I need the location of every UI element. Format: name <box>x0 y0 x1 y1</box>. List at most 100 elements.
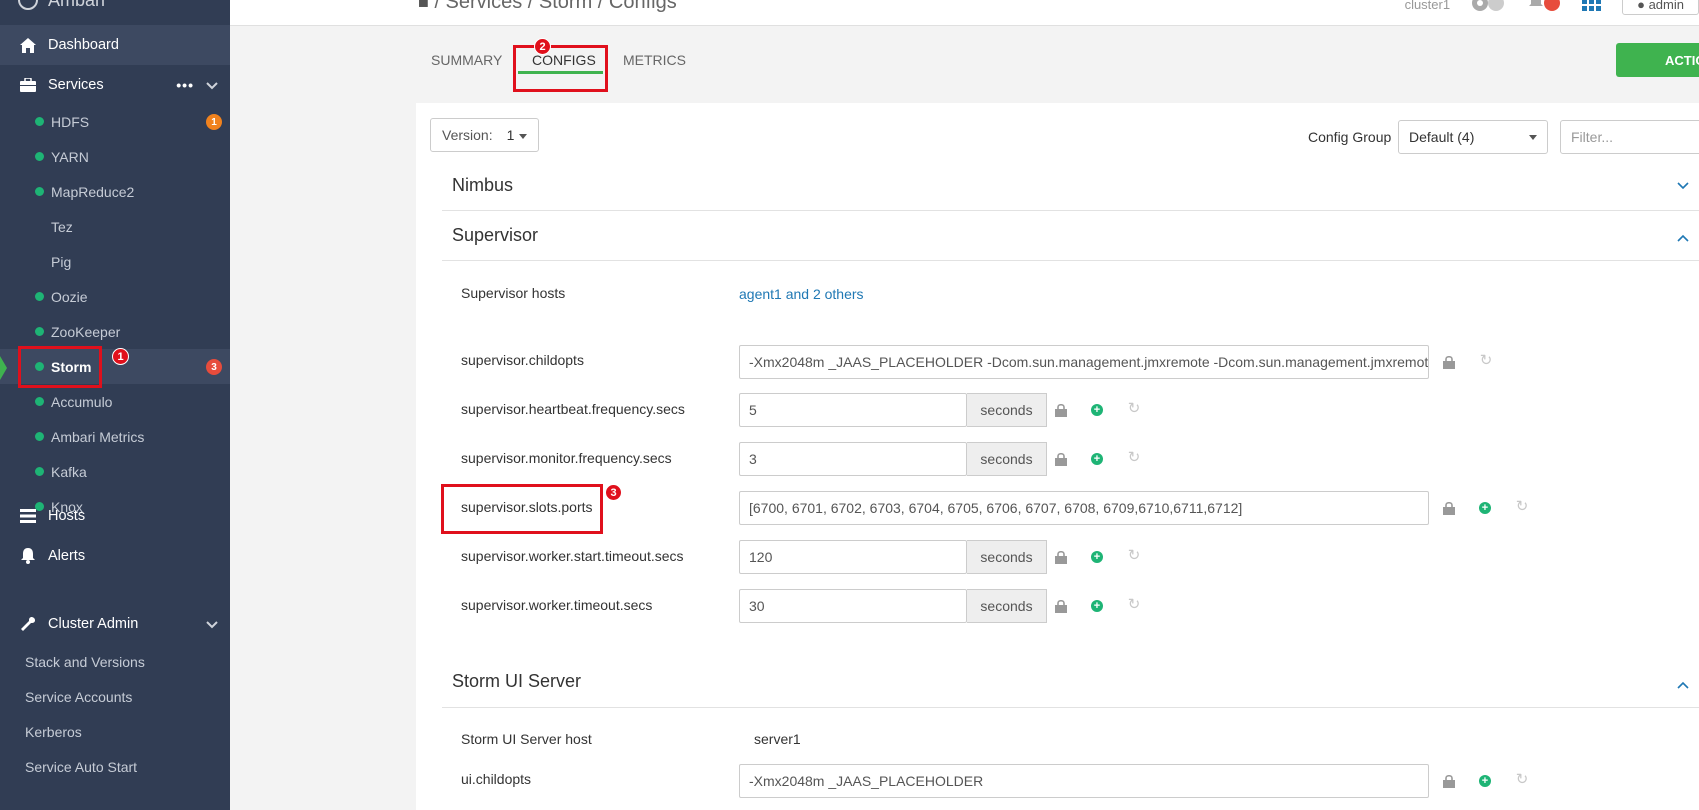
storm-ui-server-host-label: Storm UI Server host <box>461 731 592 747</box>
sidebar-service-oozie[interactable]: Oozie <box>0 279 230 314</box>
sidebar-service-accumulo[interactable]: Accumulo <box>0 384 230 419</box>
tab-summary[interactable]: SUMMARY <box>431 52 502 68</box>
sidebar-item-label: HDFS <box>51 113 90 130</box>
sidebar-service-kafka[interactable]: Kafka <box>0 454 230 489</box>
lock-icon[interactable] <box>1054 403 1068 417</box>
home-icon[interactable]: ■ <box>418 0 429 12</box>
undo-icon[interactable]: ↻ <box>1127 547 1141 564</box>
lock-icon[interactable] <box>1442 774 1456 788</box>
section-title-supervisor[interactable]: Supervisor <box>452 225 538 246</box>
sidebar-service-mapreduce2[interactable]: MapReduce2 <box>0 174 230 209</box>
step-number-1: 1 <box>112 348 129 365</box>
bell-icon[interactable] <box>1526 0 1562 17</box>
add-override-icon[interactable]: + <box>1479 775 1491 787</box>
supervisor-slots-ports-input[interactable]: [6700, 6701, 6702, 6703, 6704, 6705, 670… <box>739 491 1429 525</box>
lock-icon[interactable] <box>1442 355 1456 369</box>
sidebar-item-label: Alerts <box>48 548 86 564</box>
alert-count-badge: 3 <box>206 359 222 375</box>
sidebar-admin-service-auto-start[interactable]: Service Auto Start <box>0 749 230 784</box>
add-override-icon[interactable]: + <box>1091 453 1103 465</box>
undo-icon[interactable]: ↻ <box>1127 400 1141 417</box>
sidebar-service-zookeeper[interactable]: ZooKeeper <box>0 314 230 349</box>
caret-down-icon <box>1529 135 1537 140</box>
undo-icon[interactable]: ↻ <box>1515 771 1529 788</box>
top-bar: ■ / Services / Storm / Configs cluster1 … <box>230 0 1699 26</box>
status-dot-icon <box>35 292 44 301</box>
lock-icon[interactable] <box>1054 599 1068 613</box>
sidebar-item-label: Tez <box>51 218 73 235</box>
supervisor-childopts-input[interactable]: -Xmx2048m _JAAS_PLACEHOLDER -Dcom.sun.ma… <box>739 345 1429 379</box>
sidebar-item-services[interactable]: Services ••• <box>0 65 230 105</box>
add-override-icon[interactable]: + <box>1091 551 1103 563</box>
home-icon <box>18 35 38 55</box>
caret-down-icon <box>519 134 527 139</box>
sidebar: Ambari Dashboard Services ••• HDFS 1 YARN M… <box>0 0 230 810</box>
ui-childopts-input[interactable]: -Xmx2048m _JAAS_PLACEHOLDER <box>739 764 1429 798</box>
chevron-up-icon[interactable] <box>1677 229 1689 245</box>
sidebar-admin-kerberos[interactable]: Kerberos <box>0 714 230 749</box>
sidebar-service-pig[interactable]: Pig <box>0 244 230 279</box>
supervisor-worker-start-timeout-input[interactable]: 120 <box>739 540 967 574</box>
chevron-up-icon[interactable] <box>1677 676 1689 692</box>
tab-metrics[interactable]: METRICS <box>623 52 686 68</box>
lock-icon[interactable] <box>1054 550 1068 564</box>
undo-icon[interactable]: ↻ <box>1127 449 1141 466</box>
chevron-down-icon[interactable] <box>206 617 218 632</box>
wrench-icon <box>18 614 38 634</box>
sidebar-item-alerts[interactable]: Alerts <box>0 536 230 576</box>
sidebar-service-tez[interactable]: Tez <box>0 209 230 244</box>
actions-button[interactable]: ACTIONS <box>1616 43 1699 77</box>
status-dot-icon <box>35 327 44 336</box>
sidebar-admin-stack-and-versions[interactable]: Stack and Versions <box>0 644 230 679</box>
sidebar-item-dashboard[interactable]: Dashboard <box>0 25 230 65</box>
top-right-controls: cluster1 ● admin <box>1405 0 1699 17</box>
sidebar-item-label: YARN <box>51 148 89 165</box>
section-title-storm-ui-server[interactable]: Storm UI Server <box>452 671 581 692</box>
lock-icon[interactable] <box>1054 452 1068 466</box>
sidebar-item-label: Cluster Admin <box>48 616 139 632</box>
apps-grid-icon[interactable] <box>1582 0 1602 16</box>
version-value: 1 <box>506 127 515 143</box>
sidebar-item-cluster-admin[interactable]: Cluster Admin <box>0 604 230 644</box>
version-label: Version: <box>442 127 493 143</box>
config-group-select[interactable]: Default (4) <box>1398 120 1548 154</box>
sidebar-item-label: ZooKeeper <box>51 323 121 340</box>
more-actions-icon[interactable]: ••• <box>176 77 194 93</box>
status-dot-icon <box>35 397 44 406</box>
gear-icon[interactable] <box>1470 0 1506 17</box>
chevron-down-icon[interactable] <box>206 78 218 93</box>
sidebar-service-hdfs[interactable]: HDFS 1 <box>0 104 230 139</box>
sidebar-item-label: Accumulo <box>51 393 113 410</box>
unit-label: seconds <box>967 589 1047 623</box>
user-icon: ● <box>1637 0 1645 12</box>
brand-name: Ambari <box>48 0 105 11</box>
user-menu-button[interactable]: ● admin <box>1622 0 1699 15</box>
section-title-nimbus[interactable]: Nimbus <box>452 175 513 196</box>
sidebar-admin-service-accounts[interactable]: Service Accounts <box>0 679 230 714</box>
undo-icon[interactable]: ↻ <box>1127 596 1141 613</box>
chevron-down-icon[interactable] <box>1677 177 1689 193</box>
supervisor-hosts-link[interactable]: agent1 and 2 others <box>739 286 864 302</box>
version-dropdown[interactable]: Version: 1 <box>430 118 539 152</box>
sidebar-service-yarn[interactable]: YARN <box>0 139 230 174</box>
lock-icon[interactable] <box>1442 501 1456 515</box>
add-override-icon[interactable]: + <box>1091 600 1103 612</box>
status-dot-icon <box>35 467 44 476</box>
supervisor-heartbeat-input[interactable]: 5 <box>739 393 967 427</box>
supervisor-worker-timeout-label: supervisor.worker.timeout.secs <box>461 597 653 613</box>
filter-input[interactable]: Filter... <box>1560 120 1699 154</box>
supervisor-childopts-label: supervisor.childopts <box>461 352 584 368</box>
undo-icon[interactable]: ↻ <box>1515 498 1529 515</box>
brand[interactable]: Ambari <box>18 0 105 12</box>
actions-label: ACTIONS <box>1665 52 1699 68</box>
highlight-box-configs <box>513 45 608 92</box>
supervisor-monitor-input[interactable]: 3 <box>739 442 967 476</box>
supervisor-worker-start-timeout-label: supervisor.worker.start.timeout.secs <box>461 548 684 564</box>
add-override-icon[interactable]: + <box>1091 404 1103 416</box>
add-override-icon[interactable]: + <box>1479 502 1491 514</box>
sidebar-item-label: Dashboard <box>48 37 119 53</box>
sidebar-item-hosts[interactable]: Hosts <box>0 496 230 536</box>
supervisor-worker-timeout-input[interactable]: 30 <box>739 589 967 623</box>
sidebar-service-ambari-metrics[interactable]: Ambari Metrics <box>0 419 230 454</box>
undo-icon[interactable]: ↻ <box>1479 352 1493 369</box>
